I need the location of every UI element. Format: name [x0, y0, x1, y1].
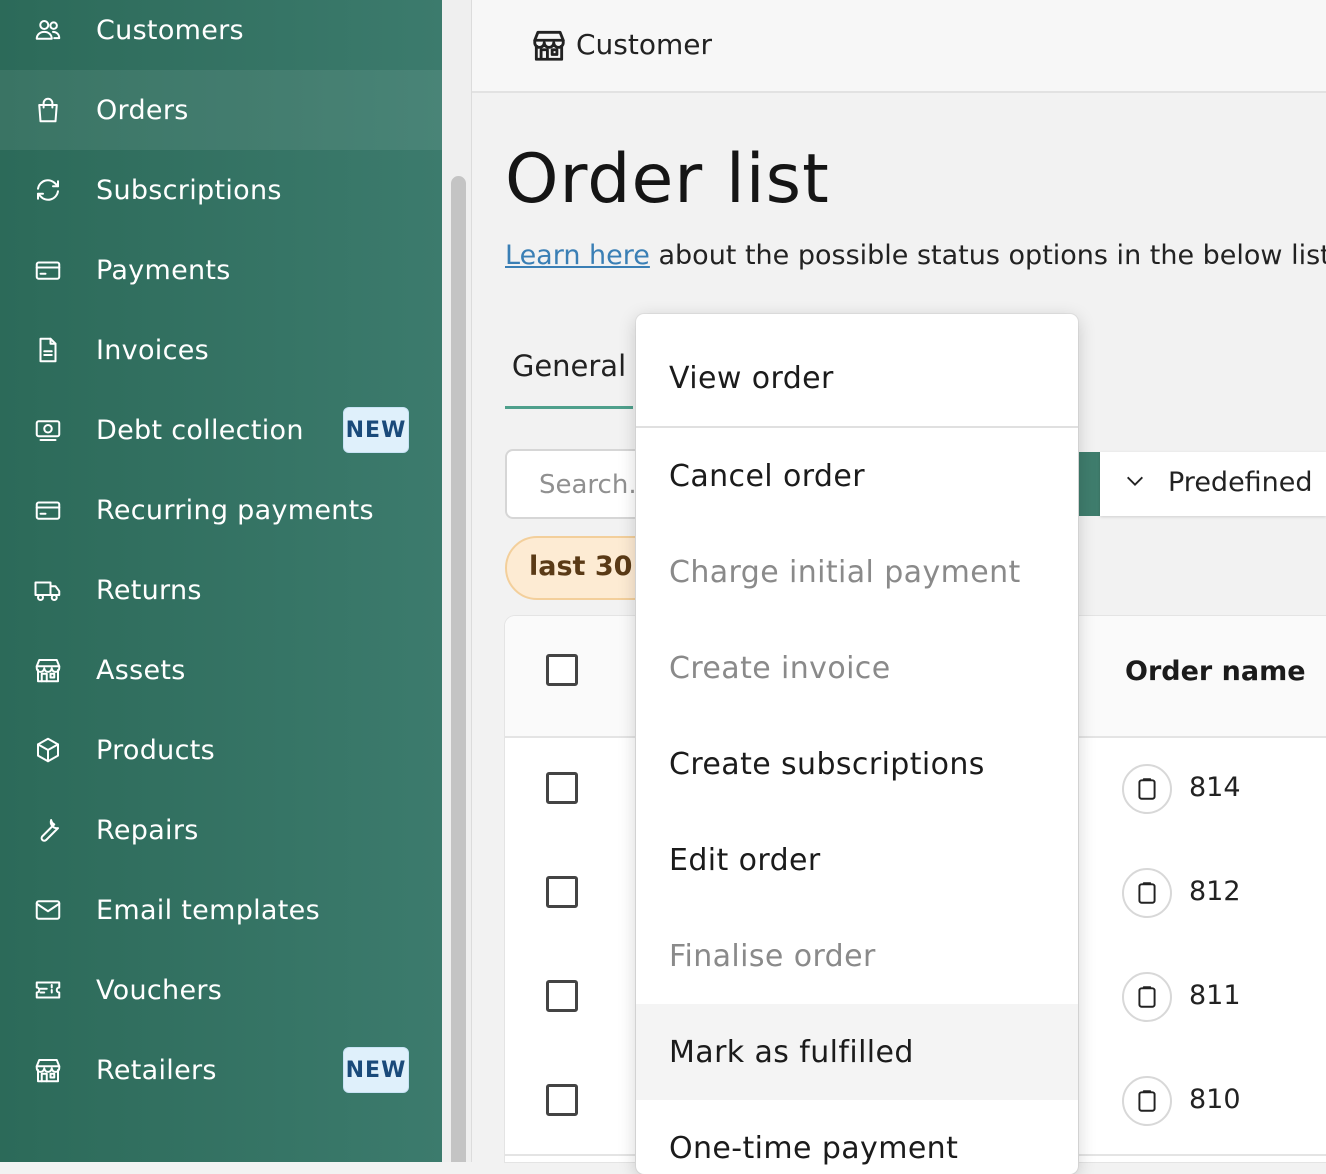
- sidebar-item-label: Retailers: [96, 1054, 217, 1086]
- sidebar-item-label: Email templates: [96, 894, 320, 926]
- sidebar-item-returns[interactable]: Returns: [0, 550, 442, 630]
- chevron-down-icon: [1127, 476, 1143, 486]
- new-badge: NEW: [343, 1047, 409, 1093]
- menu-item-finalise-order[interactable]: Finalise order: [636, 908, 1078, 1004]
- sidebar-item-label: Returns: [96, 574, 202, 606]
- intro-description: about the possible status options in the…: [658, 240, 1326, 271]
- sidebar-item-customers[interactable]: Customers: [0, 0, 442, 70]
- credit-card-icon: [32, 254, 64, 286]
- menu-item-label: One-time payment: [669, 1130, 959, 1166]
- sidebar-item-label: Payments: [96, 254, 231, 286]
- predefined-filter-dropdown[interactable]: Predefined: [1100, 452, 1326, 516]
- sidebar-item-orders[interactable]: Orders: [0, 70, 442, 150]
- sidebar-item-repairs[interactable]: Repairs: [0, 790, 442, 870]
- scrollbar-thumb[interactable]: [451, 176, 466, 1162]
- row-checkbox[interactable]: [546, 772, 578, 804]
- predefined-label: Predefined: [1168, 467, 1313, 498]
- topbar-title[interactable]: Customer: [576, 28, 712, 61]
- sidebar-item-debt-collection[interactable]: Debt collection NEW: [0, 390, 442, 470]
- order-name[interactable]: 812: [1189, 876, 1241, 907]
- credit-card-icon: [32, 494, 64, 526]
- ticket-icon: [32, 974, 64, 1006]
- store-icon: [32, 1054, 64, 1086]
- menu-item-label: Charge initial payment: [669, 554, 1021, 590]
- menu-item-label: Edit order: [669, 842, 821, 878]
- sidebar-item-invoices[interactable]: Invoices: [0, 310, 442, 390]
- row-checkbox[interactable]: [546, 1084, 578, 1116]
- topbar: Customer: [472, 0, 1326, 93]
- row-checkbox[interactable]: [546, 876, 578, 908]
- sidebar-item-subscriptions[interactable]: Subscriptions: [0, 150, 442, 230]
- sidebar-item-label: Repairs: [96, 814, 199, 846]
- store-icon: [32, 654, 64, 686]
- clipboard-icon: [1122, 764, 1172, 814]
- sidebar-item-assets[interactable]: Assets: [0, 630, 442, 710]
- box-icon: [32, 734, 64, 766]
- menu-item-view-order[interactable]: View order: [636, 330, 1078, 426]
- sidebar-item-email-templates[interactable]: Email templates: [0, 870, 442, 950]
- order-actions-menu: View order Cancel order Charge initial p…: [636, 314, 1078, 1174]
- new-badge: NEW: [343, 407, 409, 453]
- menu-item-label: Cancel order: [669, 458, 865, 494]
- menu-item-mark-as-fulfilled[interactable]: Mark as fulfilled: [636, 1004, 1078, 1100]
- order-name[interactable]: 810: [1189, 1084, 1241, 1115]
- learn-here-link[interactable]: Learn here: [505, 240, 650, 271]
- menu-item-create-subscriptions[interactable]: Create subscriptions: [636, 716, 1078, 812]
- shopping-bag-icon: [32, 94, 64, 126]
- select-all-checkbox[interactable]: [546, 654, 578, 686]
- column-order-name[interactable]: Order name: [1125, 656, 1306, 687]
- sidebar-item-label: Orders: [96, 94, 189, 126]
- order-name[interactable]: 811: [1189, 980, 1241, 1011]
- tab-general-label: General: [511, 349, 627, 383]
- sidebar-item-label: Subscriptions: [96, 174, 282, 206]
- menu-item-charge-initial-payment[interactable]: Charge initial payment: [636, 524, 1078, 620]
- menu-item-label: Create subscriptions: [669, 746, 985, 782]
- sidebar-item-retailers[interactable]: Retailers NEW: [0, 1030, 442, 1110]
- sidebar-item-label: Debt collection: [96, 414, 304, 446]
- menu-item-cancel-order[interactable]: Cancel order: [636, 428, 1078, 524]
- sidebar-item-products[interactable]: Products: [0, 710, 442, 790]
- document-icon: [32, 334, 64, 366]
- sidebar-item-label: Recurring payments: [96, 494, 374, 526]
- sidebar-item-vouchers[interactable]: Vouchers: [0, 950, 442, 1030]
- users-icon: [32, 14, 64, 46]
- menu-item-one-time-payment[interactable]: One-time payment: [636, 1100, 1078, 1174]
- refresh-icon: [32, 174, 64, 206]
- clipboard-icon: [1122, 1076, 1172, 1126]
- envelope-icon: [32, 894, 64, 926]
- tab-general[interactable]: General: [505, 345, 633, 409]
- menu-item-create-invoice[interactable]: Create invoice: [636, 620, 1078, 716]
- menu-item-label: Create invoice: [669, 650, 891, 686]
- menu-item-label: Finalise order: [669, 938, 876, 974]
- row-checkbox[interactable]: [546, 980, 578, 1012]
- menu-item-edit-order[interactable]: Edit order: [636, 812, 1078, 908]
- page-title: Order list: [505, 140, 830, 219]
- sidebar-item-label: Products: [96, 734, 215, 766]
- clipboard-icon: [1122, 972, 1172, 1022]
- sidebar-item-label: Vouchers: [96, 974, 223, 1006]
- truck-icon: [32, 574, 64, 606]
- sidebar: Customers Orders Subscriptions Payments …: [0, 0, 442, 1162]
- sidebar-item-label: Assets: [96, 654, 186, 686]
- menu-item-label: Mark as fulfilled: [669, 1034, 914, 1070]
- menu-item-label: View order: [669, 360, 834, 396]
- store-icon: [530, 26, 568, 64]
- intro-text: Learn here about the possible status opt…: [505, 240, 1326, 271]
- cash-icon: [32, 414, 64, 446]
- sidebar-item-payments[interactable]: Payments: [0, 230, 442, 310]
- sidebar-item-label: Customers: [96, 14, 244, 46]
- wrench-icon: [32, 814, 64, 846]
- clipboard-icon: [1122, 868, 1172, 918]
- order-name[interactable]: 814: [1189, 772, 1241, 803]
- sidebar-item-label: Invoices: [96, 334, 209, 366]
- sidebar-item-recurring-payments[interactable]: Recurring payments: [0, 470, 442, 550]
